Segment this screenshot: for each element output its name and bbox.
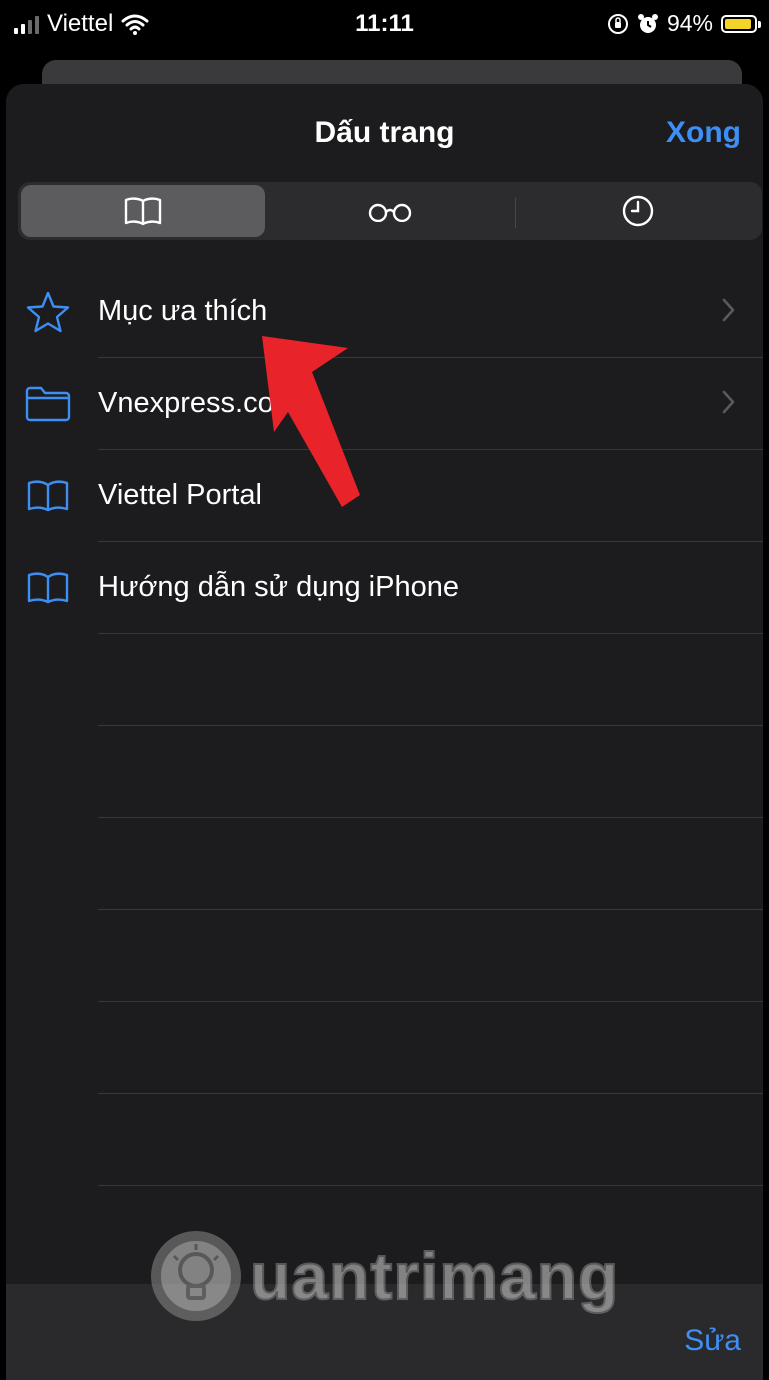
tab-history[interactable] (516, 185, 760, 237)
battery-percent: 94% (666, 10, 713, 36)
annotation-arrow-icon (262, 336, 360, 507)
list-item-label: Hướng dẫn sử dụng iPhone (98, 571, 459, 603)
separator (98, 1001, 763, 1002)
separator (98, 1093, 763, 1094)
separator (98, 1185, 763, 1186)
glasses-icon (368, 203, 412, 222)
list-item-favorites[interactable]: Mục ưa thích (6, 266, 763, 358)
separator (98, 817, 763, 818)
done-button[interactable]: Xong (666, 116, 741, 150)
tab-bookmarks[interactable] (21, 185, 265, 237)
star-icon (26, 291, 70, 333)
battery-icon (721, 14, 761, 33)
separator (98, 633, 763, 634)
separator (98, 909, 763, 910)
bookmarks-sheet: Dấu trang Xong Mục ưa thích Vnexpress.co… (6, 84, 763, 1380)
status-right: 94% (607, 10, 761, 37)
folder-icon (25, 386, 71, 422)
sheet-header: Dấu trang Xong (6, 84, 763, 266)
sheet-title: Dấu trang (314, 116, 455, 149)
list-item-vnexpress[interactable]: Vnexpress.com (6, 358, 763, 450)
bookmark-list: Mục ưa thích Vnexpress.com Viettel Porta… (6, 266, 763, 1376)
clock-icon (622, 195, 654, 227)
chevron-right-icon (722, 390, 735, 414)
segmented-control (18, 182, 762, 240)
book-icon (124, 197, 162, 226)
watermark: uantrimang (148, 1228, 619, 1324)
screen: Viettel 11:11 94% Dấu trang Xong Mục ưa … (0, 0, 769, 1380)
book-icon (27, 480, 69, 512)
status-bar: Viettel 11:11 94% (0, 0, 769, 52)
watermark-text: uantrimang (249, 1238, 620, 1314)
book-icon (27, 572, 69, 604)
orientation-lock-icon (607, 13, 628, 34)
tab-reading-list[interactable] (268, 185, 512, 237)
edit-button[interactable]: Sửa (684, 1324, 741, 1358)
list-item-viettel-portal[interactable]: Viettel Portal (6, 450, 763, 542)
list-item-iphone-guide[interactable]: Hướng dẫn sử dụng iPhone (6, 542, 763, 634)
separator (98, 725, 763, 726)
lightbulb-logo-icon (151, 1231, 241, 1321)
battery-fill (725, 18, 752, 29)
alarm-icon (637, 13, 658, 33)
chevron-right-icon (722, 298, 735, 322)
